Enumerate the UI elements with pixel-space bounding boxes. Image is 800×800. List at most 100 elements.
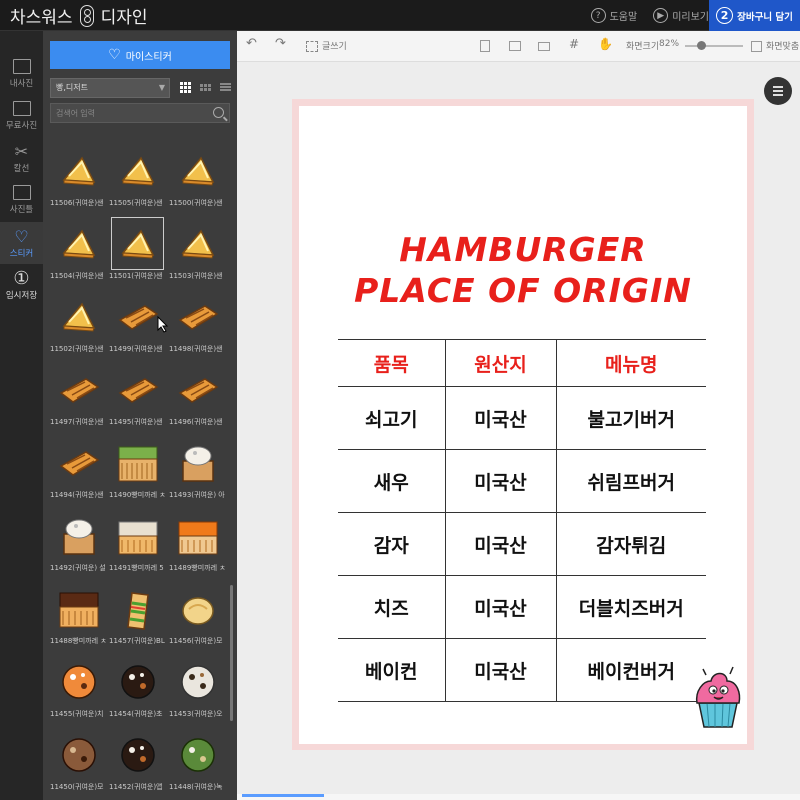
toast-sticker-icon — [111, 363, 164, 416]
rail-label: 무료사진 — [5, 121, 38, 131]
image-icon[interactable] — [538, 42, 550, 51]
sticker-caption: 11457(귀여운)BL — [109, 637, 165, 645]
fit-screen-icon[interactable] — [751, 41, 762, 52]
grid-view-small-button[interactable] — [196, 78, 214, 96]
origin-table[interactable]: 품목 원산지 메뉴명 쇠고기 미국산 불고기버거 새우 미국산 쉬림프버거 감자… — [338, 339, 706, 702]
rail-item-cut-line[interactable]: ✂ 칼선 — [0, 137, 43, 179]
rail-label: 스티커 — [9, 248, 34, 259]
cell-item: 베이컨 — [338, 638, 445, 702]
sticker-caption: 11493(귀여운) 아 — [169, 491, 225, 499]
sticker-item[interactable]: 11457(귀여운)BL — [109, 582, 166, 652]
sticker-item[interactable]: 11504(귀여운)샌 — [50, 217, 107, 287]
page-indicator[interactable] — [242, 794, 324, 797]
grid-icon[interactable]: # — [569, 37, 579, 51]
fit-screen-label[interactable]: 화면맞춤 — [766, 39, 799, 52]
rail-item-free-photos[interactable]: 무료사진 — [0, 95, 43, 137]
sticker-caption: 11504(귀여운)샌 — [50, 272, 104, 280]
cell-origin: 미국산 — [444, 638, 556, 702]
table-row: 감자 미국산 감자튀김 — [338, 512, 706, 576]
sticker-item[interactable]: 11490빵미까레 ㅊ — [109, 436, 166, 506]
sticker-item[interactable]: 11488빵미까레 ㅊ — [50, 582, 107, 652]
table-row: 새우 미국산 쉬림프버거 — [338, 449, 706, 513]
sticker-item[interactable]: 11454(귀여운)초 — [109, 655, 166, 725]
sticker-item[interactable]: 11492(귀여운) 설 — [50, 509, 107, 579]
preview-button[interactable]: ▶ 미리보기 — [653, 8, 709, 23]
help-label: 도움말 — [609, 12, 638, 23]
sub-sticker-icon — [111, 582, 164, 635]
poster-title-line2[interactable]: PLACE OF ORIGIN — [299, 271, 747, 310]
step-number-icon: 2 — [716, 7, 734, 24]
my-sticker-button[interactable]: ♡ 마이스티커 — [50, 41, 230, 69]
sticker-caption: 11492(귀여운) 설 — [50, 564, 106, 572]
rail-label: 내사진 — [9, 79, 34, 89]
sticker-item[interactable]: 11503(귀여운)샌 — [169, 217, 226, 287]
zoom-slider-knob[interactable] — [697, 41, 706, 50]
sticker-item[interactable]: 11450(귀여운)모 — [50, 728, 107, 798]
help-button[interactable]: ? 도움말 — [590, 8, 638, 23]
table-row: 치즈 미국산 더블치즈버거 — [338, 575, 706, 639]
cell-menu: 불고기버거 — [555, 386, 706, 450]
tool-rail: 내사진 무료사진 ✂ 칼선 사진틀 ♡ 스티커 ① 임시저장 — [0, 31, 43, 800]
sticker-item[interactable]: 11497(귀여운)샌 — [50, 363, 107, 433]
preview-icon: ▶ — [653, 8, 669, 23]
category-value: 빵,디저트 — [56, 83, 88, 92]
cell-origin: 미국산 — [444, 386, 556, 450]
rail-item-photo-frame[interactable]: 사진틀 — [0, 179, 43, 221]
sticker-caption: 11489빵미까레 ㅊ — [169, 564, 226, 572]
text-box-icon[interactable] — [306, 41, 318, 52]
rail-item-temp-save[interactable]: ① 임시저장 — [0, 264, 43, 306]
sticker-item[interactable]: 11455(귀여운)치 — [50, 655, 107, 725]
cell-menu: 더블치즈버거 — [555, 575, 706, 639]
list-view-button[interactable] — [216, 78, 234, 96]
scissors-icon: ✂ — [14, 141, 29, 161]
grid-view-large-button[interactable] — [176, 78, 194, 96]
frame-icon — [12, 185, 31, 200]
sticker-item[interactable]: 11493(귀여운) 아 — [169, 436, 226, 506]
sticker-item[interactable]: 11496(귀여운)샌 — [169, 363, 226, 433]
rail-item-my-photos[interactable]: 내사진 — [0, 53, 43, 95]
sticker-caption: 11500(귀여운)샌 — [169, 199, 223, 207]
search-icon[interactable] — [213, 107, 224, 118]
sticker-caption: 11490빵미까레 ㅊ — [109, 491, 166, 499]
category-select[interactable]: 빵,디저트 ▼ — [50, 78, 170, 98]
sticker-item[interactable]: 11491빵미까레 5 — [109, 509, 166, 579]
sticker-item[interactable]: 11489빵미까레 ㅊ — [169, 509, 226, 579]
poster-title-line1[interactable]: HAMBURGER — [299, 230, 747, 269]
zoom-slider[interactable] — [685, 41, 743, 50]
preview-label: 미리보기 — [672, 12, 709, 23]
cell-origin: 미국산 — [444, 575, 556, 639]
hand-icon[interactable]: ✋ — [598, 37, 613, 51]
redo-icon[interactable]: ↷ — [275, 36, 286, 51]
sticker-item[interactable]: 11494(귀여운)샌 — [50, 436, 107, 506]
sticker-caption: 11448(귀여운)녹 — [169, 783, 223, 791]
sticker-item[interactable]: 11453(귀여운)오 — [169, 655, 226, 725]
sticker-item[interactable]: 11505(귀여운)샌 — [109, 144, 166, 214]
panel-scrollbar[interactable] — [230, 585, 233, 721]
sticker-item[interactable]: 11448(귀여운)녹 — [169, 728, 226, 798]
sticker-caption: 11455(귀여운)치 — [50, 710, 104, 718]
add-to-cart-button[interactable]: 2 장바구니 담기 — [709, 0, 800, 31]
page-icon[interactable] — [480, 40, 490, 52]
cake-green-sticker-icon — [111, 436, 164, 489]
bun-sticker-icon — [171, 582, 224, 635]
sticker-item[interactable]: 11495(귀여운)샌 — [109, 363, 166, 433]
text-tool-label[interactable]: 글쓰기 — [322, 39, 347, 52]
top-bar: 차스워스 디자인 ? 도움말 ▶ 미리보기 2 장바구니 담기 — [0, 0, 800, 31]
layout-icon[interactable] — [509, 41, 521, 51]
sticker-item[interactable]: 11501(귀여운)샌 — [109, 217, 166, 287]
search-input[interactable] — [56, 104, 209, 122]
sticker-item[interactable]: 11500(귀여운)샌 — [169, 144, 226, 214]
sticker-item[interactable]: 11502(귀여운)샌 — [50, 290, 107, 360]
undo-icon[interactable]: ↶ — [246, 36, 257, 51]
layers-button[interactable] — [764, 77, 792, 105]
sticker-item[interactable]: 11506(귀여운)샌 — [50, 144, 107, 214]
sticker-item[interactable]: 11452(귀여운)앱 — [109, 728, 166, 798]
brand-logo[interactable]: 차스워스 디자인 — [10, 3, 147, 28]
sticker-item[interactable]: 11498(귀여운)샌 — [169, 290, 226, 360]
cupcake-sticker[interactable] — [693, 663, 743, 729]
cell-origin: 미국산 — [444, 512, 556, 576]
design-page[interactable]: HAMBURGER PLACE OF ORIGIN 품목 원산지 메뉴명 쇠고기… — [299, 106, 747, 744]
toast-sticker-icon — [171, 363, 224, 416]
sticker-item[interactable]: 11456(귀여운)모 — [169, 582, 226, 652]
rail-item-sticker[interactable]: ♡ 스티커 — [0, 222, 43, 264]
